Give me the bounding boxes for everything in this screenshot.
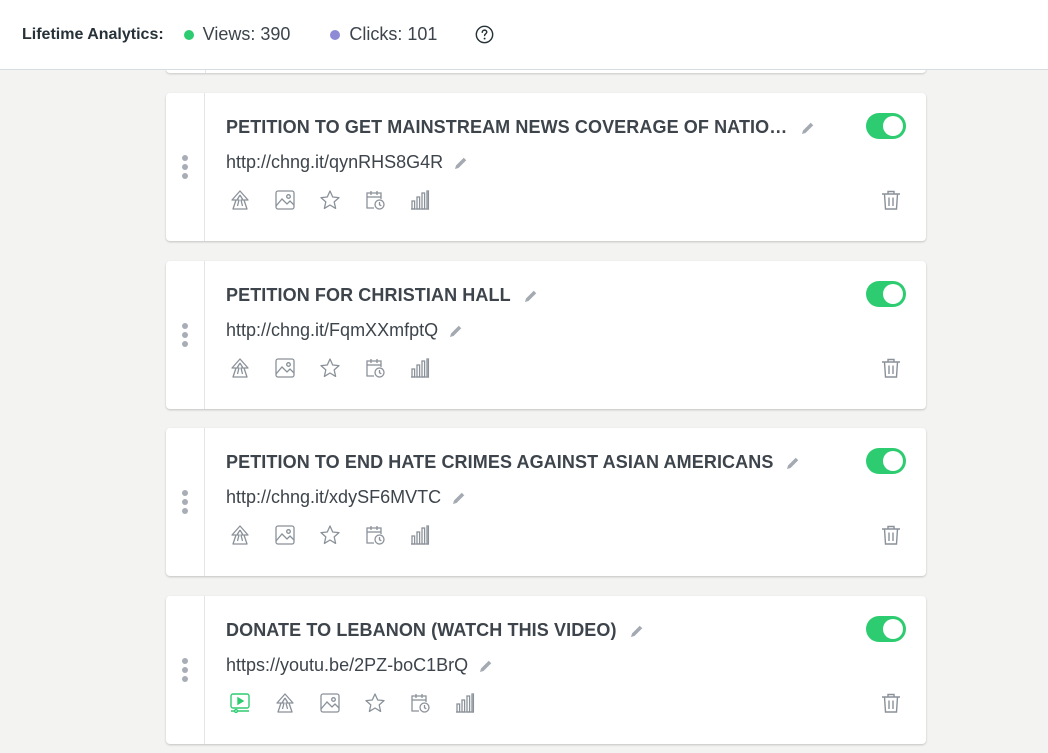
- views-dot: [183, 29, 194, 40]
- link-url-row: http://chng.it/FqmXXmfptQ: [226, 320, 464, 341]
- link-card: DONATE TO LEBANON (WATCH THIS VIDEO) htt…: [166, 596, 926, 744]
- link-title[interactable]: DONATE TO LEBANON (WATCH THIS VIDEO): [226, 620, 617, 641]
- drag-handle[interactable]: [166, 93, 205, 241]
- link-enabled-toggle[interactable]: [866, 448, 906, 474]
- analytics-bar: Lifetime Analytics: Views: 390 Clicks: 1…: [0, 0, 1048, 70]
- schedule-icon[interactable]: [364, 189, 386, 211]
- link-title-row: PETITION TO END HATE CRIMES AGAINST ASIA…: [226, 452, 801, 473]
- analytics-icon[interactable]: [409, 357, 431, 379]
- drag-handle-icon: [182, 323, 188, 347]
- link-title-row: PETITION TO GET MAINSTREAM NEWS COVERAGE…: [226, 117, 816, 138]
- favorite-icon[interactable]: [319, 357, 341, 379]
- edit-url-icon[interactable]: [451, 490, 467, 506]
- clicks-dot: [330, 29, 341, 40]
- link-title[interactable]: PETITION TO END HATE CRIMES AGAINST ASIA…: [226, 452, 773, 473]
- link-tools: [229, 692, 476, 714]
- views-count: Views: 390: [202, 24, 291, 44]
- toggle-knob: [883, 284, 903, 304]
- drag-handle-icon: [182, 658, 188, 682]
- thumbnail-icon[interactable]: [319, 692, 341, 714]
- trash-icon[interactable]: [880, 524, 902, 546]
- edit-title-icon[interactable]: [785, 455, 801, 471]
- link-url[interactable]: https://youtu.be/2PZ-boC1BrQ: [226, 655, 468, 676]
- priority-icon[interactable]: [229, 189, 251, 211]
- thumbnail-icon[interactable]: [274, 357, 296, 379]
- drag-handle-icon: [182, 155, 188, 179]
- analytics-icon[interactable]: [409, 189, 431, 211]
- edit-url-icon[interactable]: [453, 155, 469, 171]
- edit-url-icon[interactable]: [448, 323, 464, 339]
- trash-icon[interactable]: [880, 357, 902, 379]
- priority-icon[interactable]: [229, 357, 251, 379]
- analytics-icon[interactable]: [454, 692, 476, 714]
- video-embed-icon[interactable]: [229, 692, 251, 714]
- link-tools: [229, 357, 431, 379]
- clicks-stat: Clicks: 101: [330, 24, 437, 45]
- toggle-knob: [883, 451, 903, 471]
- edit-url-icon[interactable]: [478, 658, 494, 674]
- link-card: PETITION TO GET MAINSTREAM NEWS COVERAGE…: [166, 93, 926, 241]
- edit-title-icon[interactable]: [800, 120, 816, 136]
- clicks-count: Clicks: 101: [349, 24, 438, 44]
- link-url-row: https://youtu.be/2PZ-boC1BrQ: [226, 655, 494, 676]
- link-tools: [229, 189, 431, 211]
- link-url-row: http://chng.it/qynRHS8G4R: [226, 152, 469, 173]
- link-title-row: DONATE TO LEBANON (WATCH THIS VIDEO): [226, 620, 645, 641]
- views-stat: Views: 390: [183, 24, 291, 45]
- favorite-icon[interactable]: [364, 692, 386, 714]
- link-tools: [229, 524, 431, 546]
- drag-handle-icon: [182, 490, 188, 514]
- drag-handle[interactable]: [166, 428, 205, 576]
- edit-title-icon[interactable]: [523, 288, 539, 304]
- trash-icon[interactable]: [880, 189, 902, 211]
- edit-title-icon[interactable]: [629, 623, 645, 639]
- favorite-icon[interactable]: [319, 524, 341, 546]
- schedule-icon[interactable]: [364, 524, 386, 546]
- toggle-knob: [883, 619, 903, 639]
- schedule-icon[interactable]: [409, 692, 431, 714]
- link-card: PETITION FOR CHRISTIAN HALL http://chng.…: [166, 261, 926, 409]
- trash-icon[interactable]: [880, 692, 902, 714]
- thumbnail-icon[interactable]: [274, 189, 296, 211]
- priority-icon[interactable]: [274, 692, 296, 714]
- link-card: PETITION TO END HATE CRIMES AGAINST ASIA…: [166, 428, 926, 576]
- analytics-icon[interactable]: [409, 524, 431, 546]
- link-url[interactable]: http://chng.it/FqmXXmfptQ: [226, 320, 438, 341]
- link-enabled-toggle[interactable]: [866, 113, 906, 139]
- link-enabled-toggle[interactable]: [866, 281, 906, 307]
- link-title[interactable]: PETITION FOR CHRISTIAN HALL: [226, 285, 511, 306]
- link-url-row: http://chng.it/xdySF6MVTC: [226, 487, 467, 508]
- drag-handle[interactable]: [166, 261, 205, 409]
- link-title-row: PETITION FOR CHRISTIAN HALL: [226, 285, 539, 306]
- link-url[interactable]: http://chng.it/xdySF6MVTC: [226, 487, 441, 508]
- thumbnail-icon[interactable]: [274, 524, 296, 546]
- link-title[interactable]: PETITION TO GET MAINSTREAM NEWS COVERAGE…: [226, 117, 788, 138]
- drag-handle[interactable]: [166, 596, 205, 744]
- analytics-label: Lifetime Analytics:: [22, 25, 164, 43]
- priority-icon[interactable]: [229, 524, 251, 546]
- link-enabled-toggle[interactable]: [866, 616, 906, 642]
- favorite-icon[interactable]: [319, 189, 341, 211]
- link-url[interactable]: http://chng.it/qynRHS8G4R: [226, 152, 443, 173]
- help-icon[interactable]: [475, 25, 494, 44]
- schedule-icon[interactable]: [364, 357, 386, 379]
- toggle-knob: [883, 116, 903, 136]
